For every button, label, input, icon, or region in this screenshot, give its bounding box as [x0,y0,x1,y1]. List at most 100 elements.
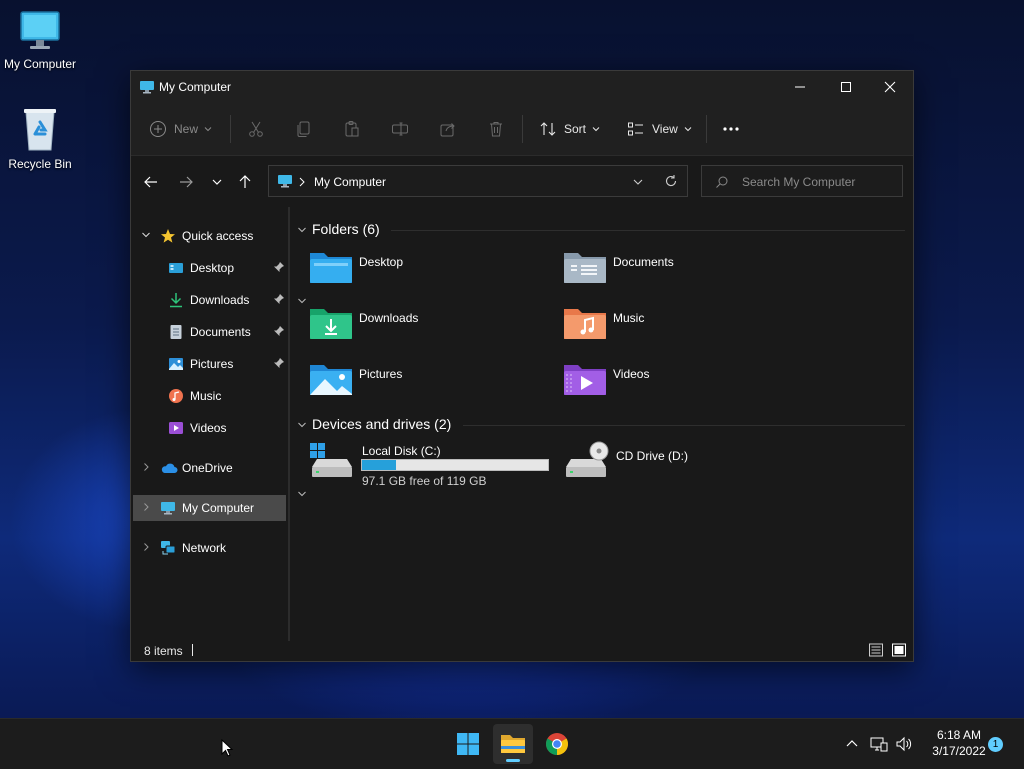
folder-tile-desktop[interactable]: Desktop [309,249,549,293]
drive-tile-local-disk-c[interactable]: Local Disk (C:) 97.1 GB free of 119 GB [309,441,559,489]
chevron-down-icon[interactable] [297,296,307,306]
clock[interactable]: 6:18 AM 3/17/2022 [920,728,998,758]
sort-icon [540,122,556,136]
sort-button[interactable]: Sort [539,117,601,141]
sidebar-item-videos[interactable]: Videos [133,415,286,441]
forward-button[interactable] [176,172,196,192]
folder-tile-music[interactable]: Music [563,305,803,349]
new-button[interactable]: New [149,117,213,141]
folder-name: Documents [613,255,674,269]
section-collapse-chevron-icon[interactable] [297,225,307,235]
folder-tile-downloads[interactable]: Downloads [309,305,549,349]
sidebar-item-network[interactable]: Network [133,535,286,561]
folder-name: Downloads [359,311,419,325]
copy-icon [297,121,310,137]
maximize-button[interactable] [823,71,869,103]
pane-splitter[interactable] [288,207,290,641]
document-icon [170,325,182,339]
command-bar: New Sort View [131,103,913,156]
copy-button[interactable] [295,117,313,141]
sidebar-item-label: My Computer [182,501,255,515]
paste-icon [345,121,359,137]
drive-tile-cd-drive-d[interactable]: CD Drive (D:) [563,441,803,485]
share-icon [440,123,455,137]
toolbar-divider [522,115,523,143]
chevron-right-icon [144,463,149,471]
search-box[interactable]: Search My Computer [701,165,903,197]
sidebar-item-my-computer[interactable]: My Computer [133,495,286,521]
chrome-icon [546,733,568,755]
address-path-segment[interactable]: My Computer [314,175,386,189]
pin-icon [274,262,284,272]
delete-button[interactable] [487,117,505,141]
section-divider [463,425,905,426]
status-bar: 8 items [131,641,913,661]
refresh-icon[interactable] [664,174,678,188]
clock-date: 3/17/2022 [932,744,986,758]
music-folder-icon [564,309,606,339]
network-status-icon[interactable] [870,735,888,753]
sidebar-item-onedrive[interactable]: OneDrive [133,455,286,481]
folder-name: Desktop [359,255,404,269]
windows-logo-icon [457,733,479,755]
chevron-up-icon[interactable] [845,737,859,751]
section-collapse-chevron-icon[interactable] [297,420,307,430]
drive-free-space: 97.1 GB free of 119 GB [362,474,487,488]
chevron-right-icon [144,543,149,551]
cloud-icon [161,463,178,473]
notification-badge[interactable]: 1 [988,737,1003,752]
section-divider [391,230,905,231]
folder-tile-documents[interactable]: Documents [563,249,803,293]
drives-section-header[interactable]: Devices and drives (2) [312,416,451,432]
sidebar-item-label: Pictures [190,357,234,371]
item-count: 8 items [144,644,183,658]
close-button[interactable] [867,71,913,103]
cut-button[interactable] [247,117,265,141]
folder-name: Music [613,311,645,325]
address-bar[interactable]: My Computer [268,165,688,197]
pictures-folder-icon [310,365,352,395]
minimize-button[interactable] [777,71,823,103]
address-history-chevron-icon[interactable] [632,176,644,188]
drive-usage-fill [362,460,397,470]
arrow-left-icon [144,176,157,188]
up-button[interactable] [235,172,255,192]
sidebar-item-pictures[interactable]: Pictures [133,351,286,377]
paste-button[interactable] [343,117,361,141]
sidebar-item-quick-access[interactable]: Quick access [133,223,286,249]
folders-section-header[interactable]: Folders (6) [312,221,380,237]
file-explorer-window: My Computer New Sort View My Computer Se… [130,70,914,662]
title-bar[interactable]: My Computer [131,71,913,103]
view-button-label: View [652,122,678,136]
taskbar-file-explorer[interactable] [493,724,533,764]
rename-button[interactable] [391,117,409,141]
sidebar-item-label: Music [190,389,222,403]
taskbar-chrome[interactable] [537,724,577,764]
large-icons-view-icon[interactable] [891,642,907,658]
toolbar-divider [706,115,707,143]
more-options-button[interactable] [721,117,741,141]
sidebar-item-desktop[interactable]: Desktop [133,255,286,281]
sidebar-item-label: Desktop [190,261,235,275]
back-button[interactable] [141,172,161,192]
volume-icon[interactable] [895,735,913,753]
folder-tile-pictures[interactable]: Pictures [309,361,549,405]
view-button[interactable]: View [627,117,693,141]
sidebar-item-documents[interactable]: Documents [133,319,286,345]
scissors-icon [249,121,263,137]
recent-locations-button[interactable] [207,172,227,192]
sidebar-item-downloads[interactable]: Downloads [133,287,286,313]
mouse-cursor-icon [221,739,234,757]
chevron-down-icon[interactable] [297,489,307,499]
desktop-icon-recycle-bin[interactable]: Recycle Bin [0,104,80,171]
folder-tile-videos[interactable]: Videos [563,361,803,405]
share-button[interactable] [439,117,457,141]
file-explorer-icon [501,735,525,753]
start-button[interactable] [448,724,488,764]
details-view-icon[interactable] [868,642,884,658]
desktop-icon-my-computer[interactable]: My Computer [0,8,80,71]
sidebar-item-music[interactable]: Music [133,383,286,409]
chevron-down-icon [142,232,150,238]
new-button-label: New [174,122,199,136]
hard-drive-icon [310,443,352,477]
